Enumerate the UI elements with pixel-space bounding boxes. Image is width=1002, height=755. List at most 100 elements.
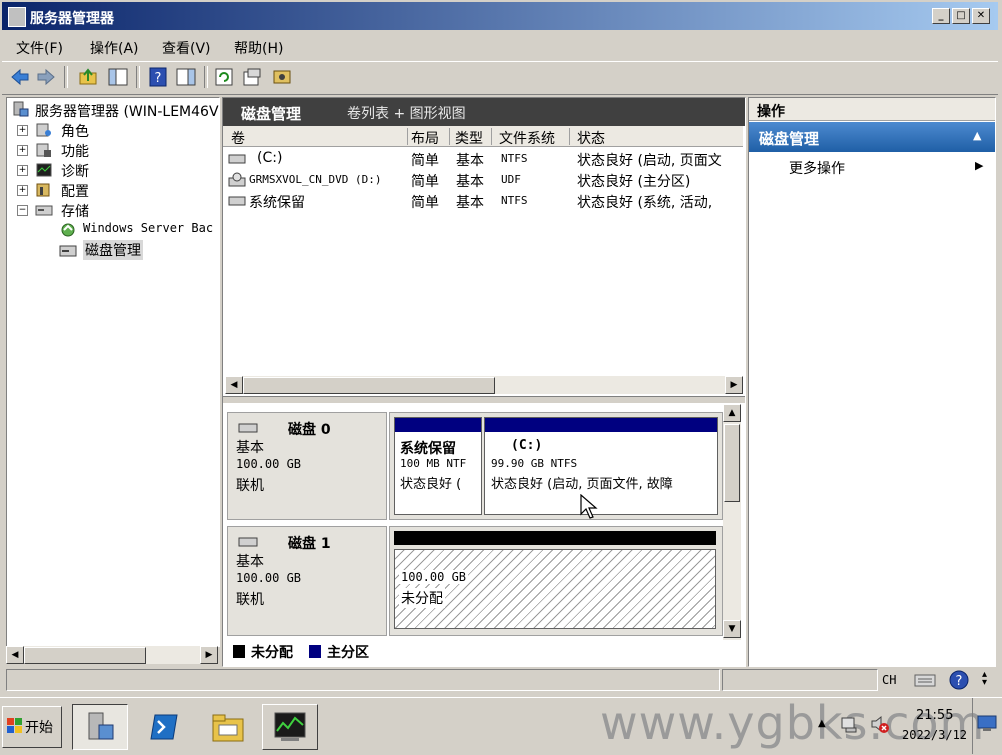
disk-name: 磁盘 1 (288, 536, 331, 552)
dvd-drive-icon (228, 172, 246, 187)
disk-icon (238, 537, 258, 547)
help-circle-icon[interactable]: ? (948, 669, 970, 691)
taskbar-server-manager[interactable] (72, 704, 128, 750)
scroll-down-arrow-icon[interactable]: ▼ (723, 620, 741, 638)
properties-icon[interactable] (242, 67, 262, 87)
scroll-up-arrow-icon[interactable]: ▲ (723, 404, 741, 422)
show-hide-action-pane-icon[interactable] (176, 67, 196, 87)
tree-expander[interactable]: + (17, 165, 28, 176)
back-arrow-icon[interactable] (10, 67, 30, 87)
disk-management-icon (59, 245, 77, 257)
tree-expander[interactable]: + (17, 145, 28, 156)
column-header-type[interactable]: 类型 (455, 128, 492, 147)
menu-bar: 文件(F) 操作(A) 查看(V) 帮助(H) (2, 32, 998, 60)
tree-expander[interactable]: + (17, 185, 28, 196)
help-book-icon[interactable]: ? (148, 67, 168, 87)
collapse-arrow-icon[interactable]: ▲ (973, 129, 981, 142)
row-volume: 系统保留 (249, 195, 305, 211)
tree-expander[interactable]: + (17, 125, 28, 136)
maximize-button[interactable]: □ (952, 8, 970, 24)
options-icon[interactable]: ▴ ▾ (982, 670, 987, 688)
clock-date[interactable]: 2022/3/12 (902, 728, 967, 742)
volume-size: 100 MB NTF (400, 457, 467, 470)
start-label: 开始 (25, 720, 53, 736)
clock-time[interactable]: 21:55 (916, 708, 953, 723)
tree-item-roles[interactable]: 角色 (61, 121, 89, 141)
row-status: 状态良好 (启动, 页面文 (577, 153, 722, 169)
taskbar-task-manager[interactable] (262, 704, 318, 750)
column-header-filesystem[interactable]: 文件系统 (499, 128, 570, 147)
svg-text:?: ? (956, 674, 963, 689)
volume-muted-icon[interactable] (870, 714, 890, 734)
tray-expand-arrow-icon[interactable]: ▲ (818, 718, 826, 729)
disk-1-info[interactable]: 磁盘 1 基本 100.00 GB 联机 (227, 526, 387, 636)
menu-help[interactable]: 帮助(H) (234, 38, 283, 58)
toolbar-separator (64, 66, 68, 88)
up-folder-icon[interactable] (78, 67, 98, 87)
disk-icon (238, 423, 258, 433)
splitter[interactable] (223, 396, 745, 403)
row-type: 基本 (456, 174, 484, 190)
table-row[interactable]: 系统保留 简单 基本 NTFS 状态良好 (系统, 活动, (223, 191, 743, 211)
legend-unallocated: 未分配 (251, 645, 293, 661)
row-filesystem: UDF (501, 173, 521, 186)
tree-horizontal-scrollbar[interactable]: ◀ ▶ (6, 646, 218, 664)
scroll-right-arrow-icon[interactable]: ▶ (200, 646, 218, 664)
task-manager-icon (274, 712, 306, 741)
menu-view[interactable]: 查看(V) (162, 38, 211, 58)
title-bar[interactable]: 服务器管理器 _ □ ✕ (2, 2, 998, 30)
graph-vertical-scrollbar[interactable]: ▲ ▼ (723, 404, 741, 640)
scroll-thumb[interactable] (24, 647, 146, 664)
taskbar-powershell[interactable] (136, 704, 192, 750)
table-row[interactable]: (C:) 简单 基本 NTFS 状态良好 (启动, 页面文 (223, 149, 743, 169)
taskbar-explorer[interactable] (200, 704, 256, 750)
actions-section-disk-management[interactable]: 磁盘管理 ▲ (749, 122, 995, 152)
volume-c-drive[interactable]: (C:) 99.90 GB NTFS 状态良好 (启动, 页面文件, 故障 (484, 417, 718, 515)
menu-file[interactable]: 文件(F) (16, 38, 63, 58)
column-header-status[interactable]: 状态 (577, 128, 741, 147)
show-desktop-button[interactable] (972, 698, 1002, 754)
actions-more[interactable]: 更多操作 ▶ (749, 156, 995, 178)
minimize-button[interactable]: _ (932, 8, 950, 24)
unallocated-region[interactable]: 100.00 GB 未分配 (394, 549, 716, 629)
tree-item-disk-management[interactable]: 磁盘管理 (83, 240, 143, 260)
volume-name: (C:) (511, 438, 543, 453)
refresh-icon[interactable] (214, 67, 234, 87)
volume-system-reserved[interactable]: 系统保留 100 MB NTF 状态良好 ( (394, 417, 482, 515)
column-header-layout[interactable]: 布局 (411, 128, 450, 147)
close-button[interactable]: ✕ (972, 8, 990, 24)
column-header-volume[interactable]: 卷 (231, 128, 408, 147)
keyboard-icon[interactable] (914, 671, 936, 689)
scroll-right-arrow-icon[interactable]: ▶ (725, 376, 743, 394)
tree-item-configuration[interactable]: 配置 (61, 181, 89, 201)
table-row[interactable]: GRMSXVOL_CN_DVD (D:) 简单 基本 UDF 状态良好 (主分区… (223, 170, 743, 190)
scroll-left-arrow-icon[interactable]: ◀ (225, 376, 243, 394)
scroll-left-arrow-icon[interactable]: ◀ (6, 646, 24, 664)
legend-primary: 主分区 (327, 645, 369, 661)
tree-item-storage[interactable]: 存储 (61, 201, 89, 221)
start-button[interactable]: 开始 (2, 706, 62, 748)
network-icon[interactable] (840, 714, 860, 734)
actions-header: 操作 (749, 98, 995, 121)
forward-arrow-icon[interactable] (36, 67, 56, 87)
disk-settings-icon[interactable] (272, 67, 292, 87)
tree-item-windows-server-backup[interactable]: Windows Server Bac (83, 221, 217, 235)
row-volume: (C:) (257, 150, 283, 166)
volume-list-horizontal-scrollbar[interactable]: ◀ ▶ (225, 376, 743, 394)
scroll-thumb[interactable] (243, 377, 495, 394)
tree-expander[interactable]: − (17, 205, 28, 216)
tree-root-label[interactable]: 服务器管理器 (WIN-LEM46V (35, 101, 219, 121)
menu-action[interactable]: 操作(A) (90, 38, 139, 58)
ime-indicator[interactable]: CH (882, 673, 896, 687)
windows-server-backup-icon (61, 223, 75, 237)
primary-partition-bar (485, 418, 717, 432)
row-filesystem: NTFS (501, 194, 528, 207)
tree-item-features[interactable]: 功能 (61, 141, 89, 161)
server-manager-icon (13, 101, 29, 117)
show-hide-tree-icon[interactable] (108, 67, 128, 87)
disk-0-info[interactable]: 磁盘 0 基本 100.00 GB 联机 (227, 412, 387, 520)
scroll-thumb[interactable] (724, 424, 740, 502)
unallocated-size: 100.00 GB (399, 570, 469, 584)
tree-item-diagnostics[interactable]: 诊断 (61, 161, 89, 181)
row-layout: 简单 (411, 195, 439, 211)
